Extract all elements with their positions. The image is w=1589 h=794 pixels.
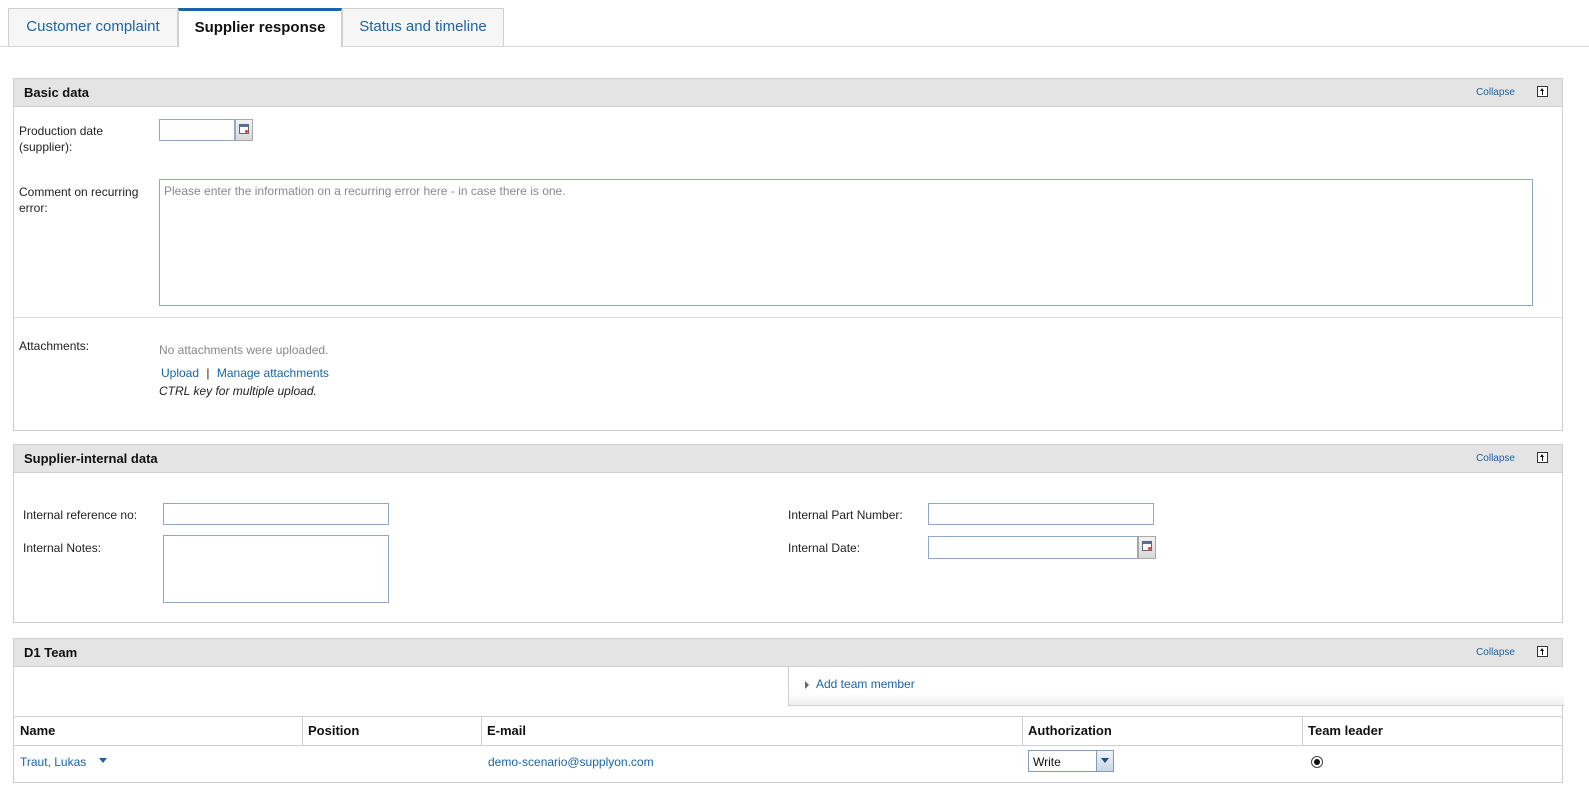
dropdown-arrow-icon[interactable] [99,758,107,763]
basic-data-collapse-link[interactable]: Collapse [1476,87,1515,98]
supplier-internal-panel: Supplier-internal data Collapse Internal… [13,444,1563,623]
no-attachments-text: No attachments were uploaded. [159,343,329,357]
collapse-up-icon[interactable] [1537,86,1548,97]
calendar-icon [1142,541,1152,551]
upload-link[interactable]: Upload [161,366,199,380]
production-date-input[interactable] [159,119,235,141]
team-table-header: Name Position E-mail Authorization Team … [14,716,1562,746]
d1-team-collapse-link[interactable]: Collapse [1476,647,1515,658]
expand-arrow-icon [805,681,809,689]
column-header-email: E-mail [487,723,527,738]
attachments-label: Attachments: [19,339,90,353]
team-member-name-link[interactable]: Traut, Lukas [20,755,86,769]
tab-customer-complaint[interactable]: Customer complaint [8,8,178,46]
comment-label: Comment on recurring error: [19,185,139,215]
column-header-team-leader: Team leader [1308,723,1383,738]
basic-data-title: Basic data [24,85,90,100]
internal-part-number-label: Internal Part Number: [788,508,903,522]
team-member-email-link[interactable]: demo-scenario@supplyon.com [488,755,654,769]
collapse-up-icon[interactable] [1537,452,1548,463]
link-separator: | [206,366,210,380]
supplier-internal-title: Supplier-internal data [24,451,158,466]
attachments-divider [14,317,1562,318]
basic-data-header: Basic data Collapse [14,79,1562,107]
recurring-error-comment-textarea[interactable] [159,179,1533,306]
supplier-internal-header: Supplier-internal data Collapse [14,445,1562,473]
internal-date-input[interactable] [928,536,1138,559]
d1-team-panel: D1 Team Collapse Add team member Name Po… [13,638,1564,783]
select-arrow-icon [1096,751,1113,771]
authorization-select[interactable]: Write [1028,750,1114,772]
production-date-label: Production date (supplier): [19,124,104,154]
column-header-position: Position [308,723,360,738]
column-separator [1302,717,1303,745]
internal-notes-textarea[interactable] [163,535,389,603]
calendar-icon [239,124,249,134]
d1-team-header: D1 Team Collapse [14,639,1562,667]
internal-notes-label: Internal Notes: [23,541,102,555]
team-leader-radio[interactable] [1311,756,1323,768]
column-header-name: Name [20,723,56,738]
column-header-authorization: Authorization [1028,723,1112,738]
d1-team-title: D1 Team [24,645,78,660]
internal-part-number-input[interactable] [928,503,1154,525]
column-separator [302,717,303,745]
internal-date-label: Internal Date: [788,541,861,555]
ctrl-upload-hint: CTRL key for multiple upload. [159,384,317,398]
internal-reference-input[interactable] [163,503,389,525]
manage-attachments-link[interactable]: Manage attachments [217,366,329,380]
column-separator [1022,717,1023,745]
internal-reference-label: Internal reference no: [23,508,138,522]
collapse-up-icon[interactable] [1537,646,1548,657]
table-row: Traut, Lukas demo-scenario@supplyon.com … [14,745,1562,780]
authorization-select-value: Write [1033,755,1061,769]
internal-date-calendar-button[interactable] [1138,536,1156,559]
add-team-member-bar: Add team member [788,667,1564,706]
supplier-internal-collapse-link[interactable]: Collapse [1476,453,1515,464]
tab-supplier-response[interactable]: Supplier response [178,8,342,47]
tab-status-and-timeline[interactable]: Status and timeline [342,8,504,46]
production-date-calendar-button[interactable] [235,119,253,141]
column-separator [481,717,482,745]
basic-data-panel: Basic data Collapse Production date (sup… [13,78,1563,431]
add-team-member-link[interactable]: Add team member [816,677,915,691]
